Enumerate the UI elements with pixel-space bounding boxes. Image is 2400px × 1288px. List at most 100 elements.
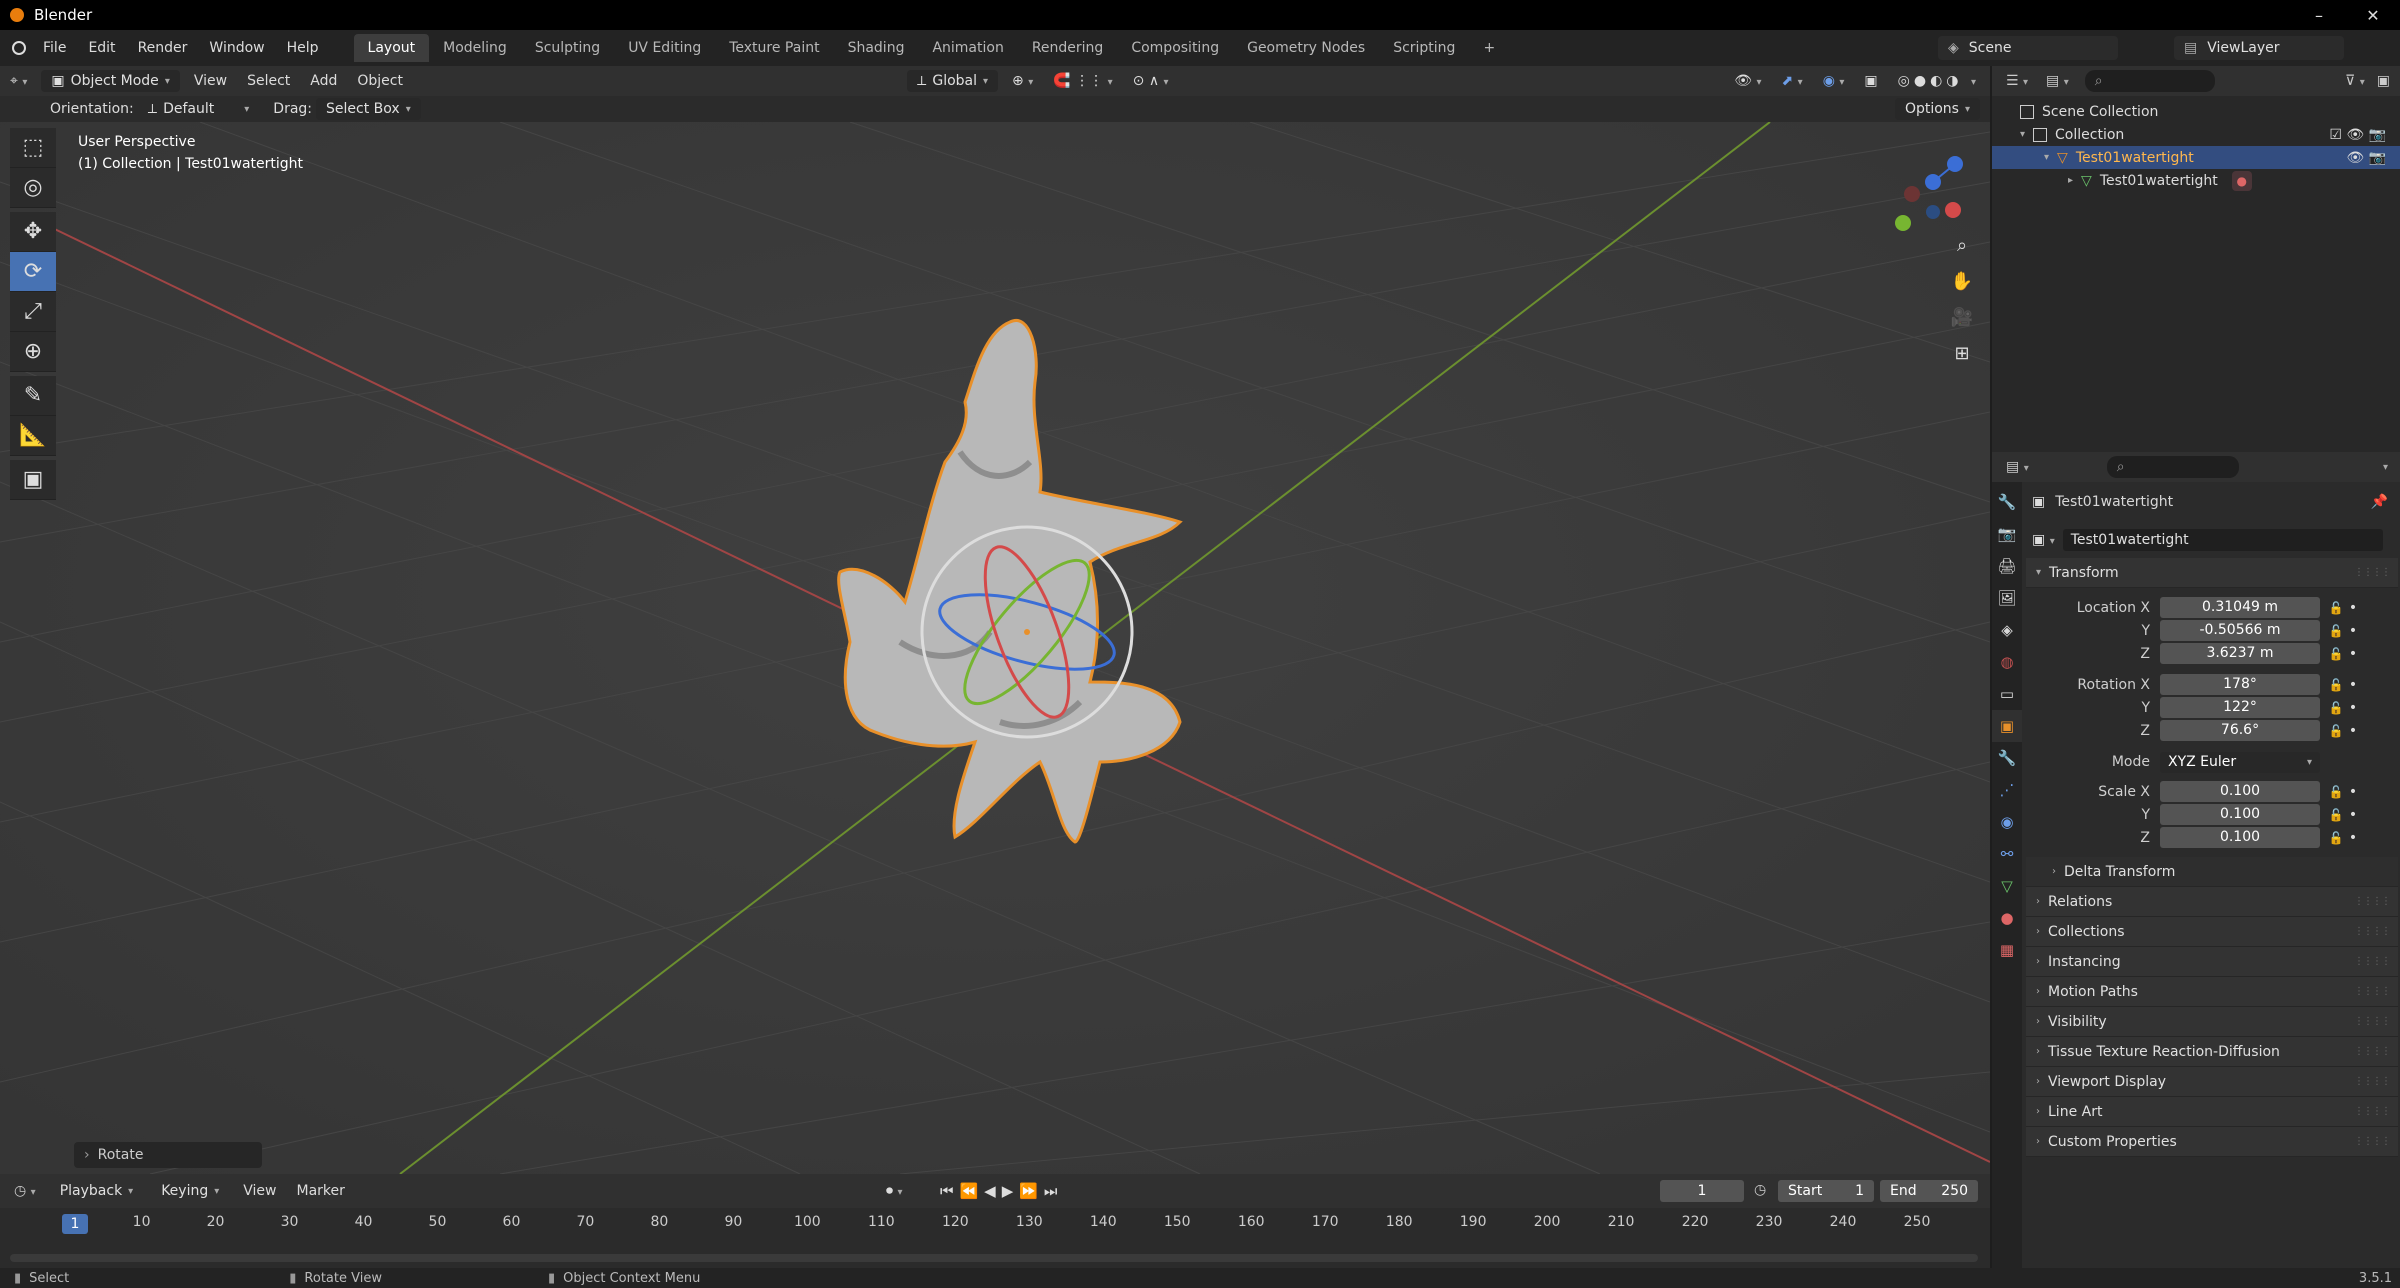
outliner-row-mesh-data[interactable]: ▸ ▽ Test01watertight ● [1992,169,2400,192]
outliner-row-scene-collection[interactable]: Scene Collection [1992,100,2400,123]
options-dropdown[interactable]: Options ▾ [1894,98,1980,120]
lock-icon[interactable]: 🔓 [2326,785,2346,799]
panel-motion-paths[interactable]: › Motion Paths ⋮⋮⋮⋮ [2026,977,2398,1007]
object-tab-icon[interactable]: ▣ [1992,710,2022,742]
expand-chevron-icon[interactable]: ▾ [2020,129,2025,140]
keyframe-dot-icon[interactable]: • [2346,646,2360,662]
collection-toggles-icon[interactable]: ☑ 👁 📷 [2329,127,2386,143]
location-x-field[interactable]: 0.31049 m [2160,597,2320,618]
display-mode-icon[interactable]: ▤ ▾ [2046,73,2069,89]
lock-icon[interactable]: 🔓 [2326,678,2346,692]
end-frame-field[interactable]: End 250 [1880,1180,1978,1202]
scene-tab-icon[interactable]: ◈ [1992,614,2022,646]
expand-chevron-icon[interactable]: ▸ [2068,175,2073,186]
properties-editor-icon[interactable]: ▤ ▾ [2006,459,2029,475]
object-toggles-icon[interactable]: 👁 📷 [2346,150,2386,166]
orientation-default-dropdown[interactable]: ⟂ Default ▾ [138,98,260,120]
chevron-down-icon[interactable]: ▾ [2383,462,2388,473]
blender-menu-icon[interactable] [12,41,26,55]
object-datablock-icon[interactable]: ▣ ▾ [2032,532,2055,548]
keyframe-dot-icon[interactable]: • [2346,600,2360,616]
panel-custom-properties[interactable]: › Custom Properties ⋮⋮⋮⋮ [2026,1127,2398,1157]
menu-select[interactable]: Select [237,73,300,89]
panel-relations[interactable]: › Relations ⋮⋮⋮⋮ [2026,887,2398,917]
lock-icon[interactable]: 🔓 [2326,831,2346,845]
tab-modeling[interactable]: Modeling [429,34,521,62]
transform-orientation-dropdown[interactable]: ⟂ Global ▾ [907,70,999,92]
rotation-x-field[interactable]: 178° [2160,674,2320,695]
gizmo-toggle-icon[interactable]: ⬈ ▾ [1771,73,1812,89]
lock-icon[interactable]: 🔓 [2326,808,2346,822]
render-tab-icon[interactable]: 📷 [1992,518,2022,550]
location-y-field[interactable]: -0.50566 m [2160,620,2320,641]
last-operator-panel[interactable]: › Rotate [74,1142,262,1168]
scene-selector[interactable]: ◈ Scene [1938,36,2118,60]
panel-line-art[interactable]: › Line Art ⋮⋮⋮⋮ [2026,1097,2398,1127]
constraints-tab-icon[interactable]: ⚯ [1992,838,2022,870]
menu-file[interactable]: File [32,40,77,56]
rotation-mode-dropdown[interactable]: XYZ Euler ▾ [2160,751,2320,773]
move-tool-icon[interactable]: ✥ [10,212,56,252]
3d-viewport[interactable]: User Perspective (1) Collection | Test01… [0,122,1990,1174]
tab-compositing[interactable]: Compositing [1117,34,1233,62]
tab-shading[interactable]: Shading [834,34,919,62]
transform-panel-header[interactable]: ▾ Transform ⋮⋮⋮⋮ [2026,558,2398,588]
proportional-editing-icon[interactable]: ⊙ ∧ ▾ [1123,73,1179,89]
keyframe-dot-icon[interactable]: • [2346,623,2360,639]
panel-tissue-texture[interactable]: › Tissue Texture Reaction-Diffusion ⋮⋮⋮⋮ [2026,1037,2398,1067]
close-window-button[interactable]: ✕ [2346,0,2400,30]
keyframe-dot-icon[interactable]: • [2346,807,2360,823]
lock-icon[interactable]: 🔓 [2326,701,2346,715]
lock-icon[interactable]: 🔓 [2326,624,2346,638]
record-button[interactable]: ⏺ ▾ [886,1183,902,1199]
add-cube-tool-icon[interactable]: ▣ [10,460,56,500]
delta-transform-subpanel[interactable]: › Delta Transform [2026,857,2398,887]
rotation-y-field[interactable]: 122° [2160,697,2320,718]
start-frame-field[interactable]: Start 1 [1778,1180,1874,1202]
timeline-ruler[interactable]: 1 10 20 30 40 50 60 70 80 90 100 110 120 130 140 150 160… [0,1210,1990,1236]
scale-x-field[interactable]: 0.100 [2160,781,2320,802]
location-z-field[interactable]: 3.6237 m [2160,643,2320,664]
timeline-editor-icon[interactable]: ◷ ▾ [14,1183,36,1199]
keyframe-dot-icon[interactable]: • [2346,784,2360,800]
zoom-icon[interactable]: ⌕ [1944,227,1980,263]
scale-z-field[interactable]: 0.100 [2160,827,2320,848]
outliner-search-input[interactable]: ⌕ [2084,70,2215,92]
tab-animation[interactable]: Animation [918,34,1017,62]
outliner-row-collection[interactable]: ▾ Collection ☑ 👁 📷 [1992,123,2400,146]
measure-tool-icon[interactable]: 📐 [10,416,56,456]
particles-tab-icon[interactable]: ⋰ [1992,774,2022,806]
outliner-editor-icon[interactable]: ☰ ▾ [2006,73,2028,89]
annotate-tool-icon[interactable]: ✎ [10,376,56,416]
menu-help[interactable]: Help [276,40,330,56]
pin-icon[interactable]: 📌 [2371,494,2388,510]
keyframe-dot-icon[interactable]: • [2346,700,2360,716]
playback-menu[interactable]: Playback ▾ [50,1180,144,1202]
editor-type-icon[interactable]: ⌖ ▾ [0,73,37,89]
tool-tab-icon[interactable]: 🔧 [1992,486,2022,518]
outliner-row-object-selected[interactable]: ▾ ▽ Test01watertight 👁 📷 [1992,146,2400,169]
current-frame-marker[interactable]: 1 [62,1214,88,1234]
overlay-toggle-icon[interactable]: ◉ ▾ [1813,73,1855,89]
filter-icon[interactable]: ⊽ ▾ [2345,73,2365,89]
object-name-field[interactable]: Test01watertight [2062,529,2383,551]
tab-geometry-nodes[interactable]: Geometry Nodes [1233,34,1379,62]
new-collection-icon[interactable]: ▣ [2377,73,2390,89]
menu-object[interactable]: Object [347,73,413,89]
menu-edit[interactable]: Edit [77,40,126,56]
tab-texture-paint[interactable]: Texture Paint [715,34,833,62]
view-layer-selector[interactable]: ▤ ViewLayer [2174,36,2344,60]
menu-view[interactable]: View [184,73,237,89]
tab-sculpting[interactable]: Sculpting [521,34,614,62]
panel-viewport-display[interactable]: › Viewport Display ⋮⋮⋮⋮ [2026,1067,2398,1097]
tab-layout[interactable]: Layout [353,34,430,62]
rotate-tool-icon[interactable]: ⟳ [10,252,56,292]
lock-icon[interactable]: 🔓 [2326,601,2346,615]
timeline-view-menu[interactable]: View [233,1183,286,1199]
tab-scripting[interactable]: Scripting [1379,34,1469,62]
keyframe-dot-icon[interactable]: • [2346,677,2360,693]
material-tab-icon[interactable]: ● [1992,902,2022,934]
view-layer-tab-icon[interactable]: 🖼 [1992,582,2022,614]
panel-visibility[interactable]: › Visibility ⋮⋮⋮⋮ [2026,1007,2398,1037]
texture-tab-icon[interactable]: ▦ [1992,934,2022,966]
